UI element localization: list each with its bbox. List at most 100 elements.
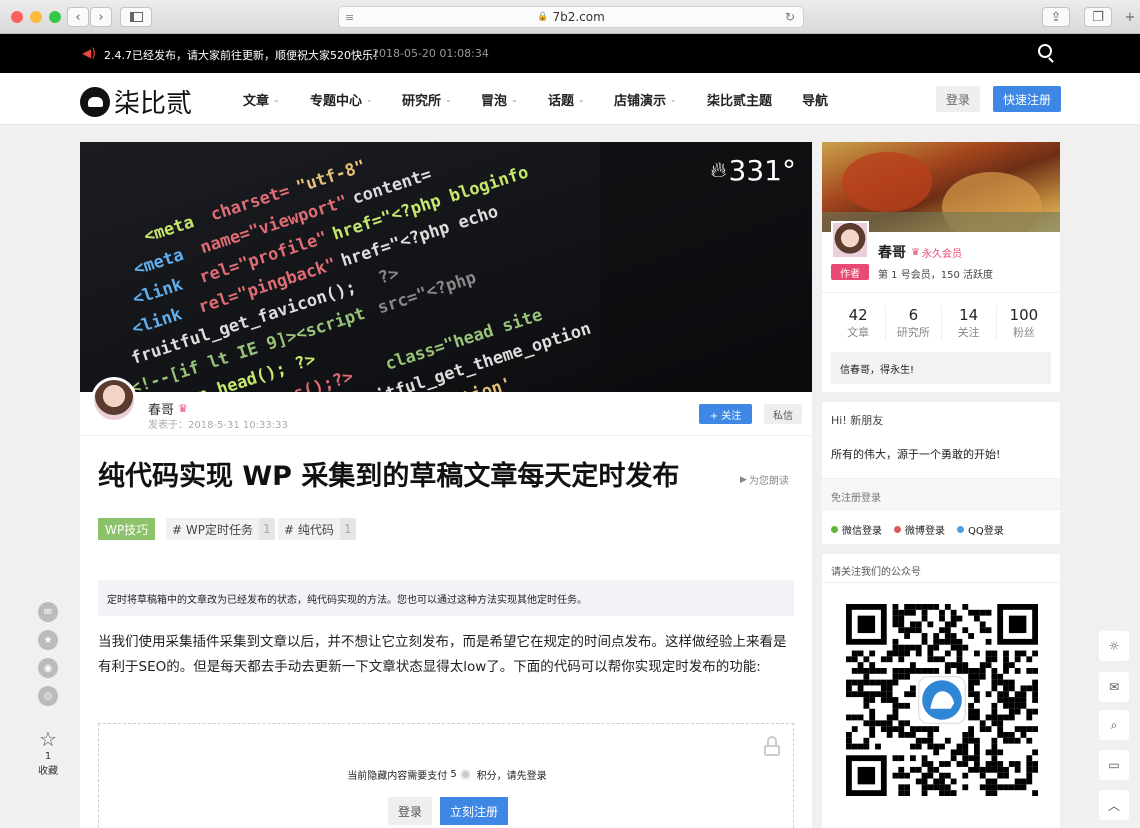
stat-followers[interactable]: 100 粉丝 [995,306,1051,340]
minimize-window-button[interactable] [30,11,42,23]
nav-label: 研究所 [402,93,442,109]
nav-item-research[interactable]: 研究所 ⌄ [402,73,452,125]
search-icon: ⌕ [1110,717,1118,732]
share-icon: ⇪ [1050,9,1062,25]
comment-button[interactable]: ▭ [1099,750,1129,780]
back-button[interactable]: ‹ [67,7,89,27]
nav-item-shop-demo[interactable]: 店铺演示 ⌄ [614,73,677,125]
qr-card: 请关注我们的公众号 [822,554,1060,828]
tag-item[interactable]: # WP定时任务 1 [166,518,275,540]
nav-item-articles[interactable]: 文章 ⌄ [243,73,280,125]
lightbulb-icon: ☼ [1108,639,1120,653]
login-button[interactable]: 登录 [936,86,980,112]
reader-icon: ≡ [345,10,355,24]
divider [822,582,1060,583]
sidebar-toggle-button[interactable] [120,7,152,27]
weibo-login-link[interactable]: 微博登录 [894,522,945,537]
read-aloud-button[interactable]: ▶ 为您朗读 [740,472,789,488]
nav-label: 店铺演示 [614,93,667,109]
nav-item-topics-center[interactable]: 专题中心 ⌄ [310,73,373,125]
favorite-button[interactable]: ☆ 1 收藏 [34,727,62,777]
article-paragraph: 当我们使用采集插件采集到文章以后，并不想让它立刻发布，而是希望它在规定的时间点发… [98,634,787,675]
crown-icon: ♛ [911,246,920,258]
role-badge: 作者 [831,264,869,280]
qq-share-icon[interactable]: ◉ [38,658,58,678]
back-to-top-button[interactable]: ︿ [1099,790,1129,820]
wechat-login-link[interactable]: 微信登录 [831,522,882,537]
category-tag[interactable]: WP技巧 [98,518,156,540]
stat-label: 研究所 [896,326,930,339]
profile-name[interactable]: 春哥 [878,242,906,262]
hidden-content-box: 当前隐藏内容需要支付 5 积分，请先登录 登录 立刻注册 [98,723,794,828]
nav-item-navigation[interactable]: 导航 [802,73,828,125]
profile-name-row: 春哥 ♛ 永久会员 [878,242,962,262]
article-summary: 定时将草稿箱中的文章改为已经发布的状态，纯代码实现的方法。您也可以通过这种方法实… [98,580,794,616]
tabs-icon: ❐ [1092,9,1104,25]
stat-value: 100 [1009,306,1039,324]
message-button[interactable]: 私信 [764,404,802,424]
hidden-login-button[interactable]: 登录 [388,797,432,825]
logo-text: 柒比贰 [114,89,193,119]
reload-icon[interactable]: ↻ [785,10,795,24]
maximize-window-button[interactable] [49,11,61,23]
comment-icon: ▭ [1108,758,1120,772]
star-icon: ☆ [39,727,57,751]
lock-icon [764,736,780,756]
follow-button[interactable]: + 关注 [699,404,752,424]
hidden-register-button[interactable]: 立刻注册 [440,797,508,825]
article-card: 春哥 ♛ 发表于：2018-5-31 10:33:33 + 关注 私信 纯代码实… [80,377,812,828]
wechat-login-label: 微信登录 [842,526,882,537]
address-bar[interactable]: ≡ 🔒 7b2.com ↻ [338,6,804,28]
notice-bar: ◀) 2.4.7已经发布，请大家前往更新，顺便祝大家520快乐！ 2018-05… [0,34,1140,73]
new-tab-button[interactable]: + [1120,7,1140,27]
tabs-overview-button[interactable]: ❐ [1084,7,1112,27]
divider [822,292,1060,293]
nav-label: 文章 [243,93,270,109]
coin-icon [459,769,471,780]
nav-item-topic[interactable]: 话题 ⌄ [548,73,585,125]
logo-icon [80,86,110,117]
search-icon[interactable] [1038,44,1052,58]
chevron-down-icon: ⌄ [511,94,518,104]
close-window-button[interactable] [11,11,23,23]
profile-motto: 信春哥，得永生! [831,352,1051,384]
profile-avatar[interactable] [831,221,869,259]
tag-label: # 纯代码 [284,522,334,537]
stat-label: 关注 [957,326,980,339]
stat-articles[interactable]: 42 文章 [831,306,885,340]
qq-dot-icon [957,526,964,533]
search-tool-button[interactable]: ⌕ [1099,710,1129,740]
nav-label: 专题中心 [310,93,363,109]
register-button[interactable]: 快速注册 [993,86,1061,112]
welcome-card: Hi! 新朋友 所有的伟大，源于一个勇敢的开始! 免注册登录 微信登录 微博登录… [822,402,1060,544]
wechat-share-icon[interactable]: ✉ [38,602,58,622]
post-date: 发表于：2018-5-31 10:33:33 [148,420,288,431]
chevron-up-icon: ︿ [1107,798,1120,813]
site-logo[interactable]: 柒比贰 [80,83,192,120]
nav-item-bubble[interactable]: 冒泡 ⌄ [481,73,518,125]
qzone-share-icon[interactable]: ★ [38,630,58,650]
author-avatar[interactable] [91,377,137,423]
chevron-down-icon: ⌄ [273,94,280,104]
share-button[interactable]: ⇪ [1042,7,1070,27]
tag-count: 1 [339,518,356,540]
stat-following[interactable]: 14 关注 [940,306,996,340]
weibo-share-icon[interactable]: ◎ [38,686,58,706]
welcome-text: 所有的伟大，源于一个勇敢的开始! [831,448,1001,461]
contact-button[interactable]: ✉ [1099,672,1129,702]
welcome-title: Hi! 新朋友 [831,414,884,427]
theme-toggle-button[interactable]: ☼ [1099,631,1129,661]
hot-score-value: 331° [728,154,796,187]
weibo-dot-icon [894,526,901,533]
tag-item[interactable]: # 纯代码 1 [278,518,356,540]
nav-item-theme[interactable]: 柒比贰主题 [707,73,772,125]
hot-score: 🔥︎ 331° [710,154,796,187]
stat-value: 14 [959,306,979,324]
hidden-content-notice: 当前隐藏内容需要支付 5 积分，请先登录 [99,767,795,782]
qq-login-link[interactable]: QQ登录 [957,522,1004,537]
stat-research[interactable]: 6 研究所 [885,306,940,340]
read-aloud-label: 为您朗读 [748,476,789,487]
forward-button[interactable]: › [90,7,112,27]
notice-text[interactable]: 2.4.7已经发布，请大家前往更新，顺便祝大家520快乐！ [104,47,384,63]
stat-label: 文章 [847,326,870,339]
